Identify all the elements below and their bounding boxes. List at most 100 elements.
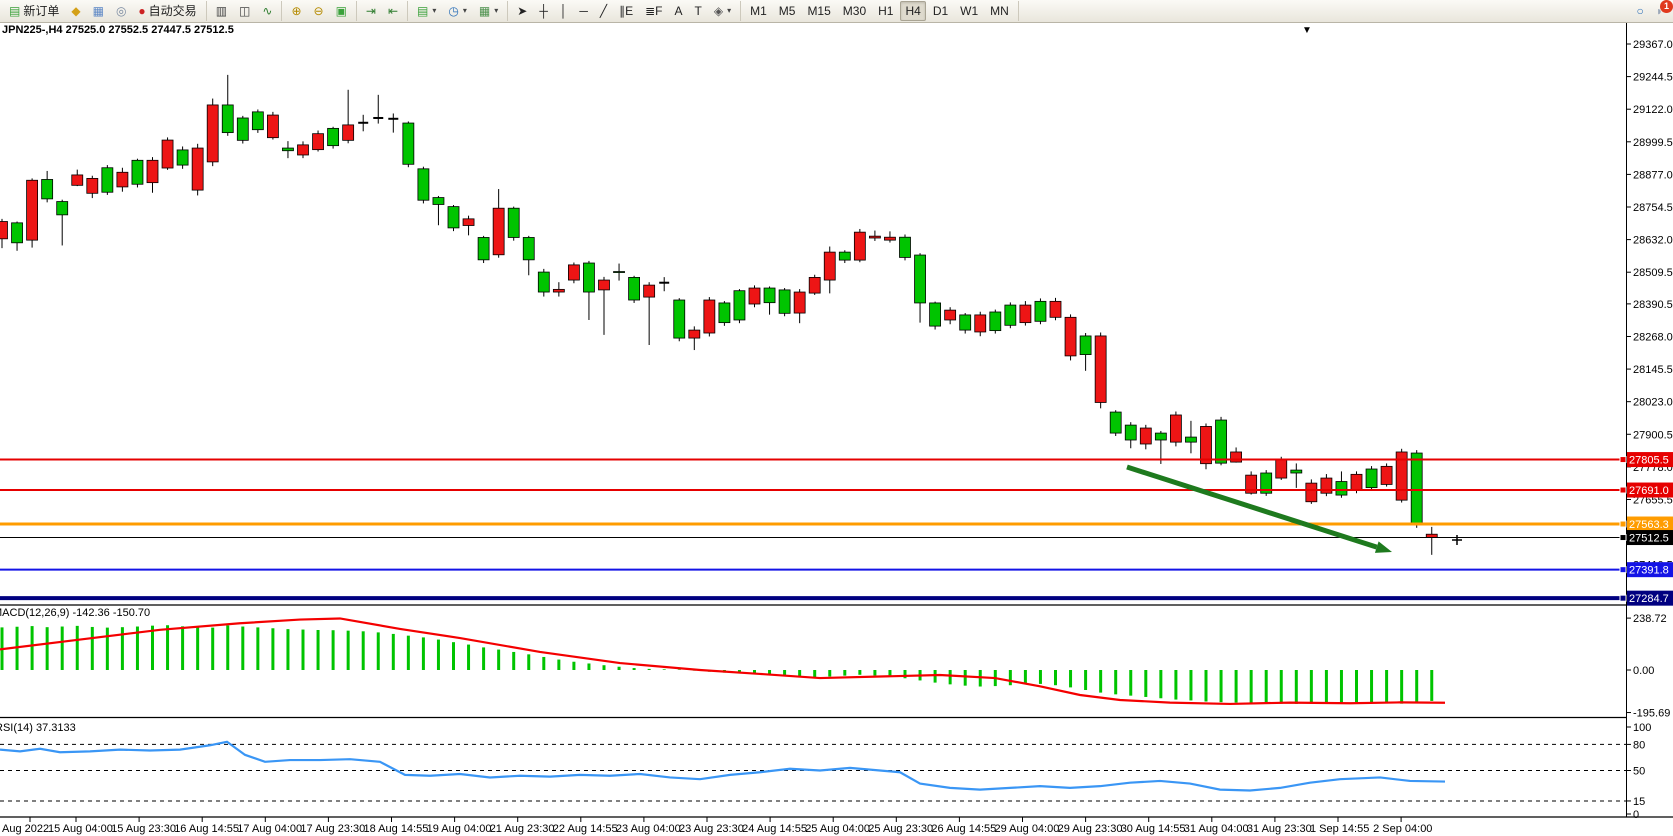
rsi-axis-label: 100 <box>1633 722 1651 734</box>
chart-area[interactable]: 238.720.00-195.69MACD(12,26,9) -142.36 -… <box>0 0 1673 836</box>
autoscroll-button[interactable]: ⇥ <box>361 2 381 20</box>
notification-badge: 1 <box>1660 0 1673 13</box>
indicators-button[interactable]: ▤▾ <box>412 1 441 21</box>
candle-body <box>523 237 534 259</box>
time-axis-label: 18 Aug 14:55 <box>364 823 429 835</box>
time-axis-label: 2 Sep 04:00 <box>1373 823 1432 835</box>
autotrading-button[interactable]: ●自动交易 <box>133 1 201 21</box>
drawing-tools-group: ➤ ┼│─╱ ∥E ≣FAT ◈▾ <box>508 1 741 21</box>
candle-body <box>644 285 655 297</box>
timeframe-button-m5[interactable]: M5 <box>774 1 801 21</box>
templates-button[interactable]: ▦▾ <box>474 1 503 21</box>
candle-body <box>749 288 760 304</box>
macd-indicator-label: MACD(12,26,9) -142.36 -150.70 <box>0 607 150 619</box>
autoscroll-icon: ⇥ <box>366 4 376 18</box>
candle-body <box>267 115 278 138</box>
timeframe-group: M1M5M15M30H1H4D1W1MN <box>741 1 1019 21</box>
crosshair-button[interactable]: ┼ <box>534 2 553 20</box>
market-watch-button[interactable]: ◆ <box>66 2 85 20</box>
candles-chart-button[interactable]: ◫ <box>234 2 255 20</box>
candle-body <box>794 292 805 313</box>
candle-body <box>1065 317 1076 356</box>
rsi-indicator-label: RSI(14) 37.3133 <box>0 722 76 734</box>
autotrading-icon: ● <box>138 4 145 18</box>
timeframe-button-m1[interactable]: M1 <box>745 1 772 21</box>
price-axis-label: 29244.5 <box>1633 72 1673 84</box>
shapes-icon: ◈ <box>714 4 723 18</box>
text-button[interactable]: A <box>669 2 687 20</box>
trendline-button[interactable]: ╱ <box>595 2 612 20</box>
rsi-axis-label: 0 <box>1633 809 1639 821</box>
zoom-in-button[interactable]: ⊕ <box>286 2 306 20</box>
new-order-button[interactable]: ▤新订单 <box>4 1 64 21</box>
candle-body <box>719 303 730 323</box>
candle-body <box>222 105 233 133</box>
line-chart-button[interactable]: ∿ <box>257 2 277 20</box>
rsi-axis-label: 50 <box>1633 766 1645 778</box>
time-axis-label: 17 Aug 23:30 <box>300 823 365 835</box>
candle-body <box>463 219 474 226</box>
rsi-line <box>0 742 1445 791</box>
time-axis-label: 15 Aug 23:30 <box>111 823 176 835</box>
new-order-icon: ▤ <box>9 4 20 18</box>
candle-body <box>1005 305 1016 325</box>
periods-button[interactable]: ◷▾ <box>443 1 472 21</box>
candle-body <box>207 105 218 162</box>
candle-body <box>1050 301 1061 317</box>
vline-button[interactable]: │ <box>555 2 573 20</box>
candle-body <box>915 255 926 303</box>
candle-body <box>704 300 715 333</box>
zoom-out-button[interactable]: ⊖ <box>309 2 329 20</box>
search-button[interactable]: ○ <box>1632 2 1649 20</box>
timeframe-button-w1[interactable]: W1 <box>955 1 983 21</box>
shapes-button[interactable]: ◈▾ <box>709 1 736 21</box>
bars-chart-button[interactable]: ▥ <box>211 2 232 20</box>
label-icon: T <box>695 4 702 18</box>
time-axis-label: 29 Aug 04:00 <box>995 823 1060 835</box>
timeframe-button-d1[interactable]: D1 <box>928 1 953 21</box>
candle-body <box>72 175 83 185</box>
time-axis-label: 29 Aug 23:30 <box>1058 823 1123 835</box>
price-badge-pointer <box>1620 595 1626 601</box>
chart-shift-button[interactable]: ⇤ <box>383 2 403 20</box>
trade-button-group: ▤新订单◆▦ ◎ ●自动交易 <box>0 1 207 21</box>
cursor-button[interactable]: ➤ <box>512 2 532 20</box>
time-axis-label: 15 Aug 04:00 <box>48 823 113 835</box>
candle-body <box>1125 425 1136 440</box>
trend-arrow-head[interactable] <box>1375 541 1392 552</box>
tile-windows-button[interactable]: ▣ <box>331 2 352 20</box>
timeframe-button-h4[interactable]: H4 <box>900 1 925 21</box>
channel-button[interactable]: ∥E <box>614 2 638 20</box>
navigator-button[interactable]: ◎ <box>111 2 131 20</box>
macd-axis-label: 238.72 <box>1633 613 1667 625</box>
candle-body <box>674 300 685 338</box>
data-window-button[interactable]: ▦ <box>88 2 109 20</box>
cursor-icon: ➤ <box>517 4 527 18</box>
timeframe-button-m30[interactable]: M30 <box>838 1 871 21</box>
candle-body <box>403 123 414 164</box>
channel-icon: ∥E <box>619 4 633 18</box>
candle-body <box>839 252 850 260</box>
timeframe-button-mn[interactable]: MN <box>985 1 1014 21</box>
chat-button[interactable]: ◗1 <box>1651 1 1668 21</box>
time-axis-label: 31 Aug 04:00 <box>1184 823 1249 835</box>
time-axis-label: 1 Sep 14:55 <box>1310 823 1369 835</box>
scroll-position-marker[interactable]: ▼ <box>1302 25 1312 36</box>
timeframe-button-m15[interactable]: M15 <box>802 1 835 21</box>
candle-body <box>1095 336 1106 403</box>
time-axis-label: 26 Aug 14:55 <box>931 823 996 835</box>
hline-button[interactable]: ─ <box>574 2 593 20</box>
candle-body <box>583 263 594 292</box>
fibonacci-button[interactable]: ≣F <box>640 2 667 20</box>
price-axis-label: 28390.5 <box>1633 299 1673 311</box>
timeframe-button-h1[interactable]: H1 <box>873 1 898 21</box>
candle-body <box>869 236 880 238</box>
label-button[interactable]: T <box>690 2 707 20</box>
zoom-group: ⊕⊖▣ <box>282 1 356 21</box>
price-axis-label: 28754.5 <box>1633 202 1673 214</box>
rsi-axis-label: 80 <box>1633 739 1645 751</box>
navigator-icon: ◎ <box>116 4 126 18</box>
candle-body <box>1306 483 1317 502</box>
candlestick-chart-canvas[interactable]: 238.720.00-195.69MACD(12,26,9) -142.36 -… <box>0 0 1673 836</box>
time-axis-label: 17 Aug 04:00 <box>237 823 302 835</box>
